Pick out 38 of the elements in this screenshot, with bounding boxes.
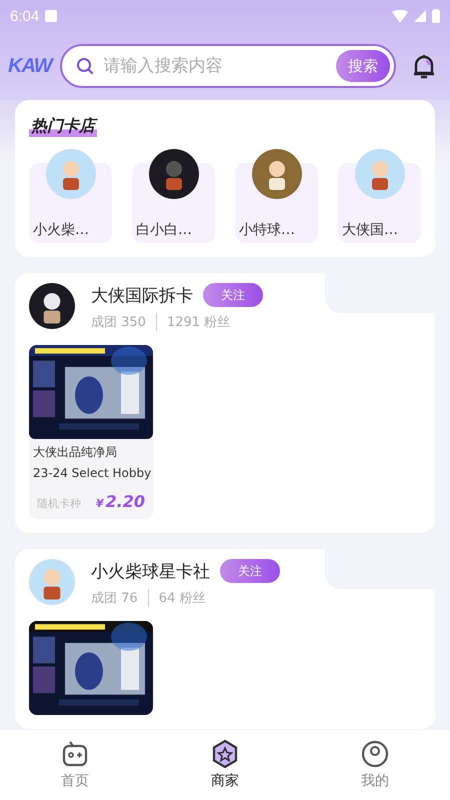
group-count: 成团 76	[91, 590, 138, 607]
fan-count: 1291 粉丝	[156, 313, 230, 331]
nav-tab[interactable]: 我的	[335, 740, 415, 790]
shop-name: 小火柴…	[33, 221, 89, 239]
shop-tile[interactable]: 大侠国…	[338, 149, 421, 243]
shop-tile[interactable]: 白小白…	[132, 149, 215, 243]
app-logo: KAW	[8, 54, 52, 78]
product-tag: 随机卡种	[37, 496, 81, 511]
nav-tab[interactable]: 首页	[35, 740, 115, 790]
gamepad-icon	[61, 740, 89, 768]
notification-icon	[45, 10, 58, 22]
shop-tile[interactable]: 小火柴…	[29, 149, 112, 243]
search-button[interactable]: 搜索	[336, 50, 390, 82]
follow-button[interactable]: 关注	[203, 283, 263, 307]
shop-name: 大侠国…	[342, 221, 398, 239]
wifi-icon	[392, 10, 408, 22]
nav-tab[interactable]: 商家	[185, 740, 265, 790]
search-icon	[76, 57, 94, 75]
product-subtitle: 23-24 Select Hobby	[32, 466, 152, 480]
shop-name: 大侠国际拆卡	[91, 284, 193, 306]
fan-count: 64 粉丝	[148, 589, 206, 607]
signal-icon	[414, 10, 426, 22]
product-price: ¥2.20	[96, 492, 145, 511]
battery-icon	[432, 9, 440, 23]
shop-name: 小特球…	[239, 221, 295, 239]
product-title: 大侠出品纯净局	[32, 444, 118, 461]
bell-icon[interactable]	[412, 52, 436, 80]
shop-name: 白小白…	[136, 221, 192, 239]
star-hexagon-icon	[211, 740, 239, 768]
shop-tile[interactable]: 小特球…	[235, 149, 318, 243]
status-time: 6:04	[10, 8, 40, 24]
section-title: 热门卡店	[29, 116, 97, 137]
shop-name: 小火柴球星卡社	[91, 560, 210, 582]
follow-button[interactable]: 关注	[220, 559, 280, 583]
product-card[interactable]: 大侠出品纯净局 23-24 Select Hobby 随机卡种 ¥2.20	[29, 345, 153, 519]
person-icon	[361, 740, 389, 768]
group-count: 成团 350	[91, 314, 146, 331]
search-field[interactable]: 请输入搜索内容 搜索	[60, 44, 396, 88]
